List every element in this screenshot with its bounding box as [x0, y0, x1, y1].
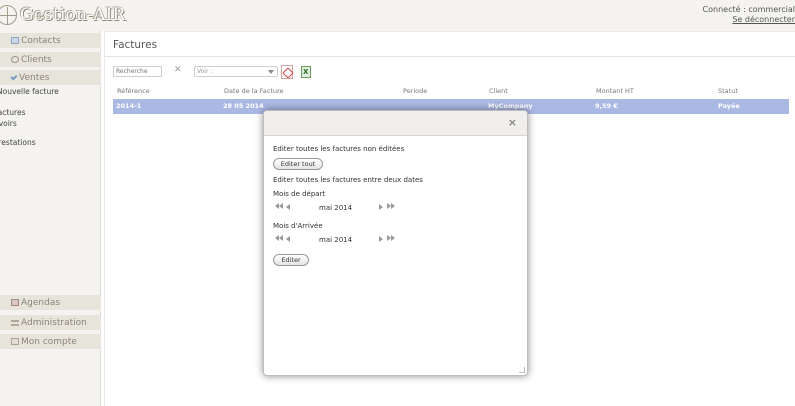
column-header[interactable]: Montant HT	[596, 87, 634, 95]
column-header[interactable]: Client	[489, 87, 508, 95]
resize-handle-icon[interactable]	[519, 367, 525, 373]
sidebar-item-label: Mon compte	[21, 336, 77, 347]
view-select[interactable]: Voir :	[194, 66, 278, 77]
admin-icon	[11, 319, 19, 326]
edit-all-button[interactable]: Editer tout	[273, 158, 323, 170]
subnav-nouvelle-facture[interactable]: Nouvelle facture	[0, 87, 59, 96]
top-bar: Gestion-AIR Connecté : commercial Se déc…	[0, 0, 795, 31]
cell-client: MyCompany	[488, 102, 533, 110]
export-pdf-icon[interactable]	[281, 65, 293, 79]
start-month-value: mai 2014	[319, 204, 353, 212]
table-header: Référence Date de la Facture Periode Cli…	[113, 87, 789, 97]
account-icon	[11, 338, 19, 345]
next-year-icon[interactable]	[387, 203, 395, 209]
edit-invoices-dialog: × Editer toutes les factures non éditées…	[263, 110, 528, 376]
between-dates-text: Editer toutes les factures entre deux da…	[273, 176, 423, 184]
chevron-down-icon	[268, 70, 274, 74]
column-header[interactable]: Référence	[117, 87, 150, 95]
prev-month-icon[interactable]	[286, 235, 290, 245]
clear-search-icon[interactable]: ✕	[174, 65, 182, 75]
sidebar-item-label: Agendas	[21, 297, 61, 308]
subnav-factures[interactable]: Factures	[0, 108, 25, 117]
compass-logo-icon	[0, 5, 17, 25]
app-title: Gestion-AIR	[20, 5, 126, 25]
logout-link[interactable]: Se déconnecter	[703, 15, 795, 25]
edit-button[interactable]: Editer	[273, 254, 309, 266]
end-month-label: Mois d'Arrivée	[273, 222, 323, 230]
contacts-icon	[11, 37, 19, 44]
sidebar-item-clients[interactable]: Clients	[0, 52, 101, 68]
close-icon[interactable]: ×	[508, 117, 517, 129]
sidebar-item-agendas[interactable]: Agendas	[0, 295, 101, 311]
sidebar: Contacts Clients Ventes Nouvelle facture…	[0, 31, 101, 406]
prev-year-icon[interactable]	[275, 235, 283, 241]
app-logo[interactable]: Gestion-AIR	[0, 2, 126, 28]
sidebar-item-label: Clients	[21, 54, 52, 65]
sidebar-item-label: Contacts	[21, 35, 61, 46]
column-header[interactable]: Statut	[718, 87, 738, 95]
end-month-picker: mai 2014	[275, 235, 395, 245]
clients-icon	[11, 56, 19, 63]
sidebar-item-label: Administration	[21, 317, 87, 328]
prev-month-icon[interactable]	[286, 203, 290, 213]
start-month-picker: mai 2014	[275, 203, 395, 213]
column-header[interactable]: Periode	[403, 87, 427, 95]
end-month-value: mai 2014	[319, 236, 353, 244]
cell-statut: Payée	[718, 102, 740, 110]
unedited-invoices-text: Editer toutes les factures non éditées	[273, 145, 405, 153]
sidebar-item-label: Ventes	[19, 72, 50, 83]
calendar-icon	[11, 299, 19, 306]
connected-label: Connecté : commercial	[702, 5, 795, 14]
cell-reference: 2014-1	[116, 102, 142, 110]
cell-date: 28 05 2014	[223, 102, 264, 110]
sidebar-item-administration[interactable]: Administration	[0, 315, 101, 331]
prev-year-icon[interactable]	[275, 203, 283, 209]
next-month-icon[interactable]	[379, 203, 383, 213]
ventes-icon	[10, 72, 18, 81]
dialog-titlebar[interactable]: ×	[264, 111, 527, 136]
title-divider	[105, 56, 795, 57]
start-month-label: Mois de départ	[273, 190, 326, 198]
search-input[interactable]	[113, 66, 162, 77]
export-excel-icon[interactable]	[301, 66, 311, 78]
sidebar-item-ventes[interactable]: Ventes	[0, 70, 101, 86]
cell-montant: 9,59 €	[595, 102, 618, 110]
subnav-prestations[interactable]: Prestations	[0, 138, 36, 147]
user-status: Connecté : commercial Se déconnecter	[703, 5, 795, 25]
sidebar-item-contacts[interactable]: Contacts	[0, 33, 101, 49]
column-header[interactable]: Date de la Facture	[224, 87, 284, 95]
sidebar-item-mon-compte[interactable]: Mon compte	[0, 334, 101, 350]
page-title: Factures	[113, 39, 158, 51]
next-month-icon[interactable]	[379, 235, 383, 245]
subnav-avoirs[interactable]: Avoirs	[0, 119, 17, 128]
next-year-icon[interactable]	[387, 235, 395, 241]
view-select-value: Voir :	[197, 68, 213, 75]
